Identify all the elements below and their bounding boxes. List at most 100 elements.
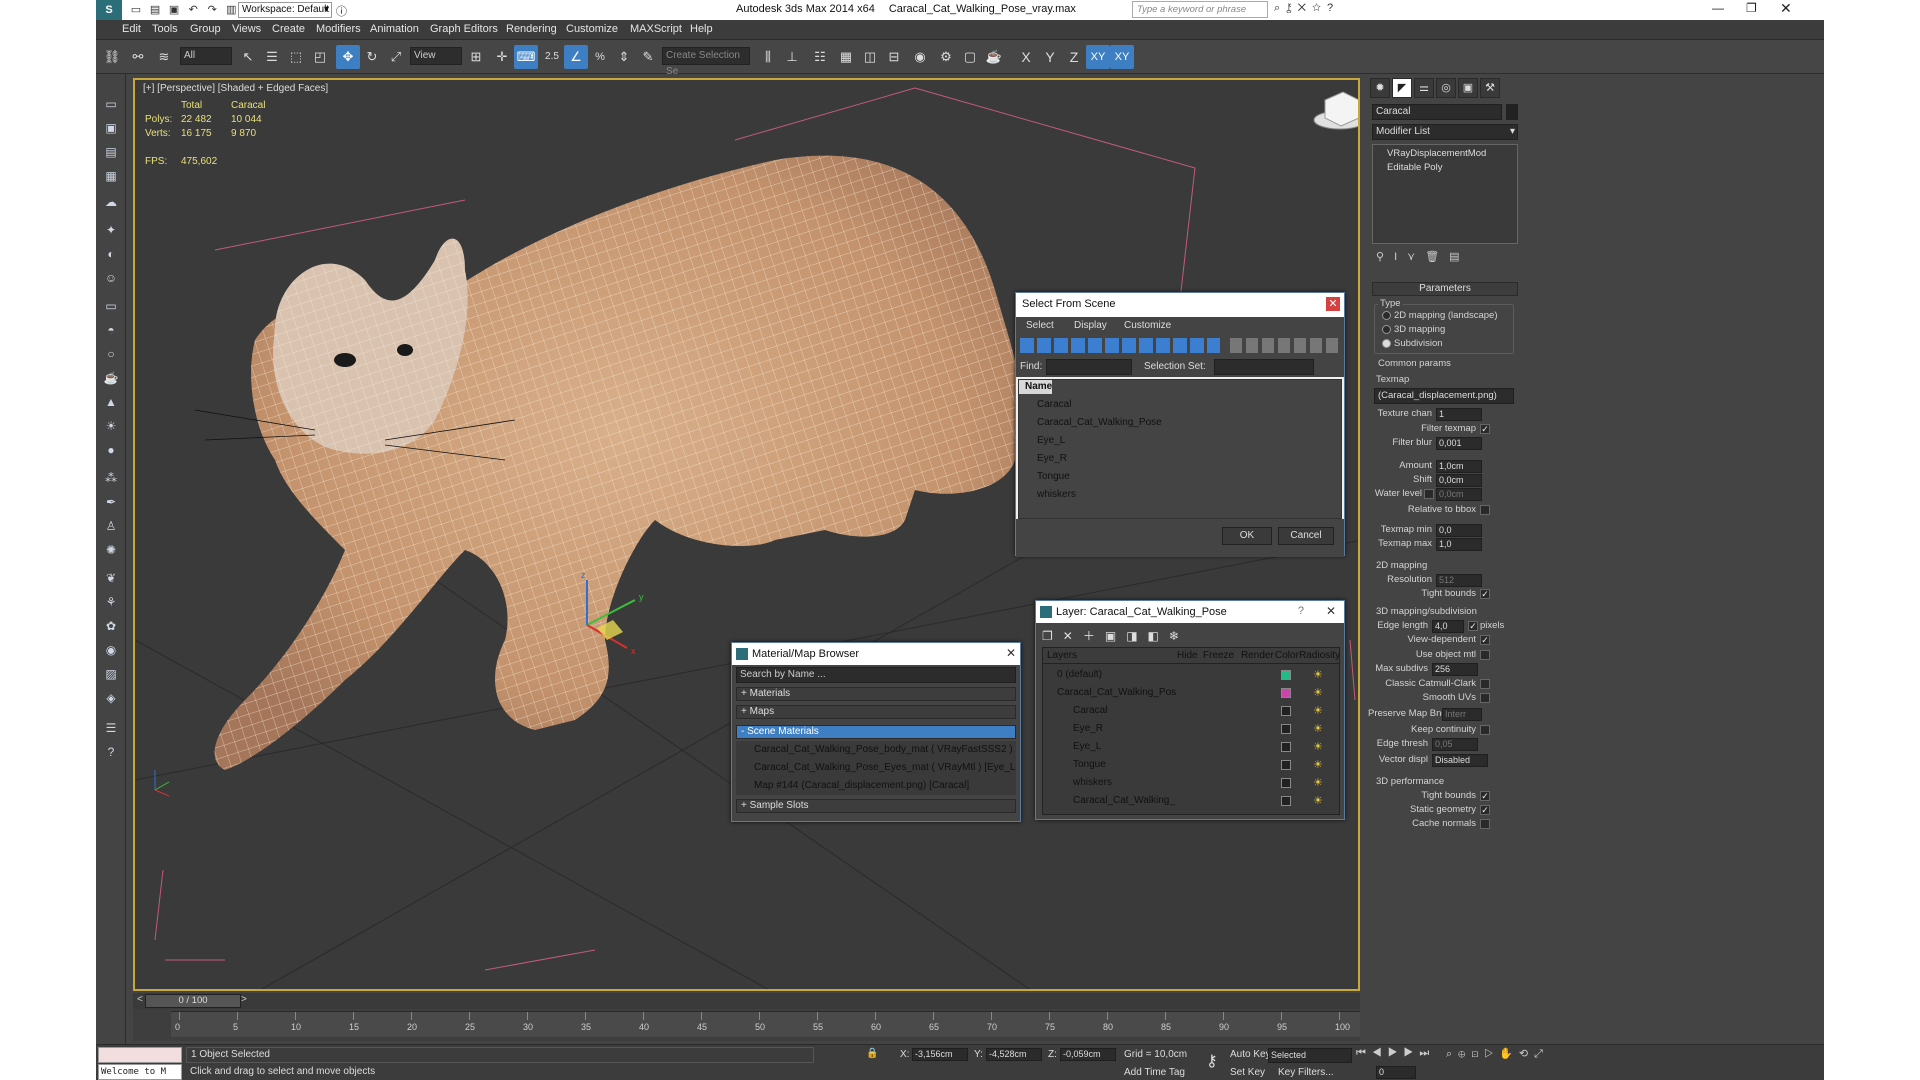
material-entry[interactable]: Caracal_Cat_Walking_Pose_body_mat ( VRay…: [736, 741, 1016, 759]
layer-row[interactable]: whiskers ☀: [1043, 774, 1341, 792]
close-icon[interactable]: ✕: [1326, 297, 1340, 311]
pan-icon[interactable]: ✋: [1499, 1048, 1519, 1060]
image-icon[interactable]: ▣: [101, 118, 121, 138]
static-geometry-checkbox[interactable]: ✓: [1480, 805, 1490, 815]
particles-icon[interactable]: ⁂: [101, 468, 121, 488]
group-materials[interactable]: + Materials: [736, 687, 1016, 701]
set-key-button[interactable]: Set Key: [1230, 1067, 1265, 1078]
align-icon[interactable]: ⊥: [780, 45, 804, 69]
layer-create-icon[interactable]: ❐: [1042, 629, 1063, 643]
angle-snap-icon[interactable]: ∠: [564, 45, 588, 69]
mirror-icon[interactable]: ⫼: [756, 45, 780, 69]
cache-normals-checkbox[interactable]: [1480, 819, 1490, 829]
material-search-input[interactable]: Search by Name ...: [736, 667, 1016, 683]
zoom-all-icon[interactable]: ⊕: [1458, 1048, 1471, 1060]
add-time-tag[interactable]: Add Time Tag: [1124, 1067, 1185, 1078]
layer-manager-icon[interactable]: ☷: [808, 45, 832, 69]
dome-icon[interactable]: ◓: [101, 320, 121, 340]
restrict-plane-cycle-button[interactable]: XY: [1110, 45, 1134, 69]
create-tab-icon[interactable]: ✹: [1370, 78, 1390, 98]
box-icon[interactable]: ▭: [101, 296, 121, 316]
column-freeze[interactable]: Freeze: [1203, 650, 1234, 661]
z-coordinate[interactable]: -0,059cm: [1060, 1048, 1116, 1061]
script-icon[interactable]: ☰: [101, 718, 121, 738]
restrict-x-button[interactable]: X: [1014, 45, 1038, 69]
edit-named-selection-icon[interactable]: ✎: [636, 45, 660, 69]
people-icon[interactable]: ☺: [101, 268, 121, 288]
pin-stack-icon[interactable]: ⚲: [1376, 251, 1394, 263]
material-sphere-icon[interactable]: ◉: [101, 640, 121, 660]
radiosity-icon[interactable]: ☀: [1313, 738, 1323, 756]
view-dependent-checkbox[interactable]: ✓: [1480, 635, 1490, 645]
listener-output[interactable]: Welcome to M: [98, 1064, 182, 1080]
selection-filter-dropdown[interactable]: All: [180, 47, 232, 65]
menu-maxscript[interactable]: MAXScript: [630, 23, 682, 35]
stack-item[interactable]: Editable Poly: [1373, 161, 1517, 174]
column-name[interactable]: Name: [1019, 380, 1053, 394]
search-input[interactable]: Type a keyword or phrase: [1132, 1, 1268, 18]
column-layers[interactable]: Layers: [1047, 650, 1077, 661]
restrict-xy-button[interactable]: XY: [1086, 45, 1110, 69]
configure-sets-icon[interactable]: ▤: [1449, 251, 1469, 263]
ok-button[interactable]: OK: [1222, 527, 1272, 545]
column-hide[interactable]: Hide: [1177, 650, 1198, 661]
menu-edit[interactable]: Edit: [122, 23, 141, 35]
material-editor-icon[interactable]: ◉: [908, 45, 932, 69]
menu-animation[interactable]: Animation: [370, 23, 419, 35]
layer-row[interactable]: Caracal_Cat_Walking_ ☀: [1043, 792, 1341, 810]
texmap-button[interactable]: (Caracal_displacement.png): [1374, 388, 1514, 404]
water-level-spinner[interactable]: 0,0cm: [1436, 488, 1482, 501]
key-icon[interactable]: ⚷: [1286, 2, 1297, 14]
layer-row[interactable]: Eye_L ☀: [1043, 738, 1341, 756]
lock-icon[interactable]: 🔒: [866, 1048, 878, 1059]
window-crossing-icon[interactable]: ◰: [308, 45, 332, 69]
restrict-y-button[interactable]: Y: [1038, 45, 1062, 69]
minimize-button[interactable]: —: [1712, 1, 1724, 15]
layer-color-swatch[interactable]: [1281, 760, 1291, 770]
keep-continuity-checkbox[interactable]: [1480, 725, 1490, 735]
stack-item[interactable]: VRayDisplacementMod: [1373, 147, 1517, 160]
zoom-icon[interactable]: ⌕: [1446, 1048, 1458, 1060]
hide-all-icon[interactable]: ◧: [1148, 629, 1169, 643]
viewport-label[interactable]: [+] [Perspective] [Shaded + Edged Faces]: [143, 83, 328, 94]
filter-texmap-checkbox[interactable]: ✓: [1480, 424, 1490, 434]
texture-chan-spinner[interactable]: 1: [1436, 408, 1482, 421]
x-coordinate[interactable]: -3,156cm: [912, 1048, 968, 1061]
render-production-icon[interactable]: ☕: [982, 45, 1006, 69]
close-icon[interactable]: ✕: [1326, 604, 1336, 618]
modify-tab-icon[interactable]: ◤: [1392, 78, 1412, 98]
classic-catmull-checkbox[interactable]: [1480, 679, 1490, 689]
relative-bbox-checkbox[interactable]: [1480, 505, 1490, 515]
display-tab-icon[interactable]: ▣: [1458, 78, 1478, 98]
menu-customize[interactable]: Customize: [1124, 320, 1171, 331]
motion-tab-icon[interactable]: ◎: [1436, 78, 1456, 98]
radiosity-icon[interactable]: ☀: [1313, 774, 1323, 792]
layer-color-swatch[interactable]: [1281, 742, 1291, 752]
hierarchy-tab-icon[interactable]: ⚌: [1414, 78, 1434, 98]
curve-editor-icon[interactable]: ◫: [858, 45, 882, 69]
workspace-dropdown[interactable]: Workspace: Default ▾: [238, 2, 332, 18]
percent-snap-icon[interactable]: %: [588, 45, 612, 69]
texmap-min-spinner[interactable]: 0,0: [1436, 524, 1482, 537]
prev-frame-icon[interactable]: ◀: [1372, 1047, 1388, 1059]
pivot-center-icon[interactable]: ⊞: [464, 45, 488, 69]
help-icon[interactable]: ?: [1327, 2, 1339, 14]
restore-button[interactable]: ❐: [1746, 1, 1757, 15]
menu-views[interactable]: Views: [232, 23, 261, 35]
object-color-swatch[interactable]: [1506, 104, 1518, 120]
menu-group[interactable]: Group: [190, 23, 221, 35]
display-buttons[interactable]: [1230, 338, 1340, 353]
figure-icon[interactable]: ♙: [101, 516, 121, 536]
shift-spinner[interactable]: 0,0cm: [1436, 474, 1482, 487]
help-icon[interactable]: ?: [101, 742, 121, 762]
menu-customize[interactable]: Customize: [566, 23, 618, 35]
layer-row[interactable]: 0 (default) ☀: [1043, 666, 1341, 684]
spinner-snap-icon[interactable]: ⇕: [612, 45, 636, 69]
track-bar[interactable]: 0 5 10 15 20 25 30 35 40 45 50 55 60 65 70 75 80 85 90 95 10…: [171, 1011, 1360, 1037]
snaps-toggle[interactable]: 2.5: [540, 45, 564, 69]
amount-spinner[interactable]: 1,0cm: [1436, 460, 1482, 473]
key-icon[interactable]: ⚷: [1206, 1051, 1218, 1071]
radiosity-icon[interactable]: ☀: [1313, 756, 1323, 774]
teapot-icon[interactable]: ☕: [101, 368, 121, 388]
redo-icon[interactable]: ↷: [204, 3, 220, 17]
